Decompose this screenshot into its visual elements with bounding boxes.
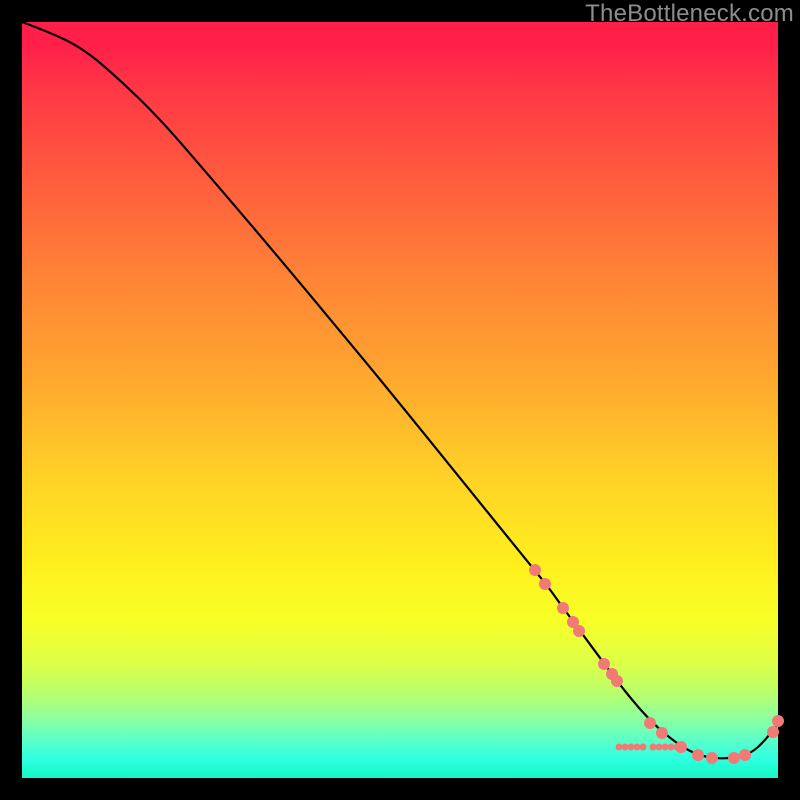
data-marker bbox=[644, 717, 656, 729]
data-marker-small bbox=[673, 744, 680, 751]
data-marker bbox=[557, 602, 569, 614]
data-marker-small bbox=[640, 744, 647, 751]
data-marker bbox=[573, 625, 585, 637]
data-marker bbox=[539, 578, 551, 590]
chart-stage: TheBottleneck.com bbox=[0, 0, 800, 800]
bottleneck-curve bbox=[22, 22, 778, 758]
data-marker bbox=[772, 715, 784, 727]
data-marker bbox=[611, 675, 623, 687]
data-marker bbox=[529, 564, 541, 576]
curve-svg bbox=[22, 22, 778, 778]
data-marker bbox=[656, 727, 668, 739]
data-marker bbox=[706, 752, 718, 764]
plot-area bbox=[22, 22, 778, 778]
data-marker bbox=[692, 749, 704, 761]
data-marker bbox=[739, 749, 751, 761]
data-marker bbox=[767, 726, 779, 738]
